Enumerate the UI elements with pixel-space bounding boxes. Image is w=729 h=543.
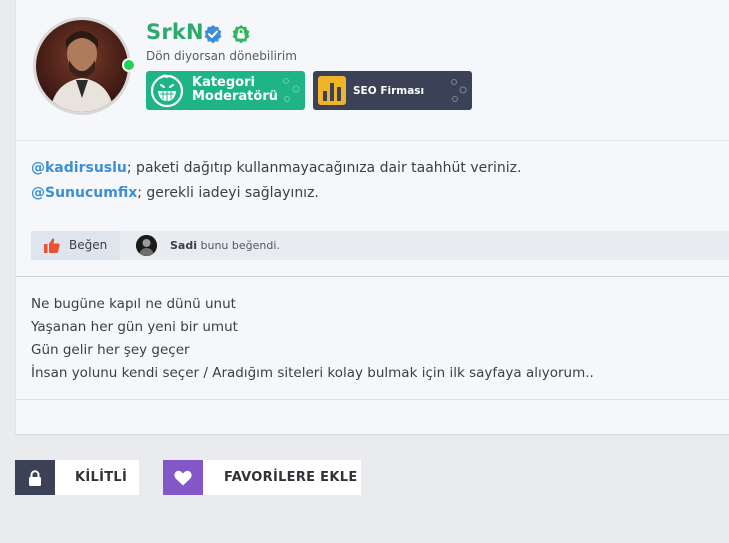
banner-seo-label: SEO Firması (353, 85, 425, 97)
security-badge-icon (232, 25, 250, 44)
verified-badge-icon (204, 25, 222, 44)
decor-dots-icon (283, 78, 300, 102)
bar-chart-icon (318, 76, 346, 105)
divider (16, 399, 729, 400)
like-button-label: Beğen (69, 238, 108, 252)
username[interactable]: SrkN (146, 20, 204, 44)
signature-line: Yaşanan her gün yeni bir umut (31, 319, 238, 335)
mention-link[interactable]: @Sunucumfix (31, 185, 137, 201)
likes-summary: Sadi bunu beğendi. (170, 239, 280, 252)
liker-avatar-image (136, 235, 157, 256)
banner-mod-line2: Moderatörü (192, 89, 278, 104)
signature-line: İnsan yolunu kendi seçer / Aradığım site… (31, 365, 594, 381)
divider (16, 140, 729, 141)
favorites-button-label: FAVORİLERE EKLE (224, 470, 358, 485)
heart-icon (174, 470, 192, 485)
locked-button-label: KİLİTLİ (75, 470, 128, 485)
message-line: @Sunucumfix; gerekli iadeyi sağlayınız. (31, 185, 319, 201)
message-text: ; gerekli iadeyi sağlayınız. (137, 185, 319, 201)
banner-mod-line1: Kategori (192, 75, 255, 90)
heart-icon-wrap (163, 460, 203, 495)
message-text: ; paketi dağıtıp kullanmayacağınıza dair… (126, 160, 522, 176)
like-bar: Beğen Sadi bunu beğendi. (31, 231, 729, 260)
like-button[interactable]: Beğen (31, 231, 120, 260)
thumbs-up-icon (44, 238, 60, 253)
signature-line: Ne bugüne kapıl ne dünü unut (31, 296, 236, 312)
post-container: SrkN Dön diyorsan dönebilirim Kategori M… (15, 0, 729, 435)
banner-seo-firm: SEO Firması (313, 71, 472, 110)
message-line: @kadirsuslu; paketi dağıtıp kullanmayaca… (31, 160, 521, 176)
lock-icon-wrap (15, 460, 55, 495)
decor-dots-icon (451, 79, 467, 102)
user-avatar[interactable] (33, 17, 131, 115)
banner-category-moderator: Kategori Moderatörü (146, 71, 305, 110)
grin-icon (150, 74, 184, 108)
user-status-text: Dön diyorsan dönebilirim (146, 49, 297, 63)
lock-icon (29, 469, 41, 486)
signature-line: Gün gelir her şey geçer (31, 342, 190, 358)
liker-name[interactable]: Sadi (170, 239, 197, 252)
liker-avatar[interactable] (136, 235, 157, 256)
signature-divider (16, 276, 729, 277)
mention-link[interactable]: @kadirsuslu (31, 160, 127, 176)
add-to-favorites-button[interactable]: FAVORİLERE EKLE (163, 460, 361, 495)
likes-suffix: bunu beğendi. (197, 239, 280, 252)
locked-button[interactable]: KİLİTLİ (15, 460, 139, 495)
avatar-image (36, 20, 128, 112)
online-indicator (122, 58, 136, 72)
